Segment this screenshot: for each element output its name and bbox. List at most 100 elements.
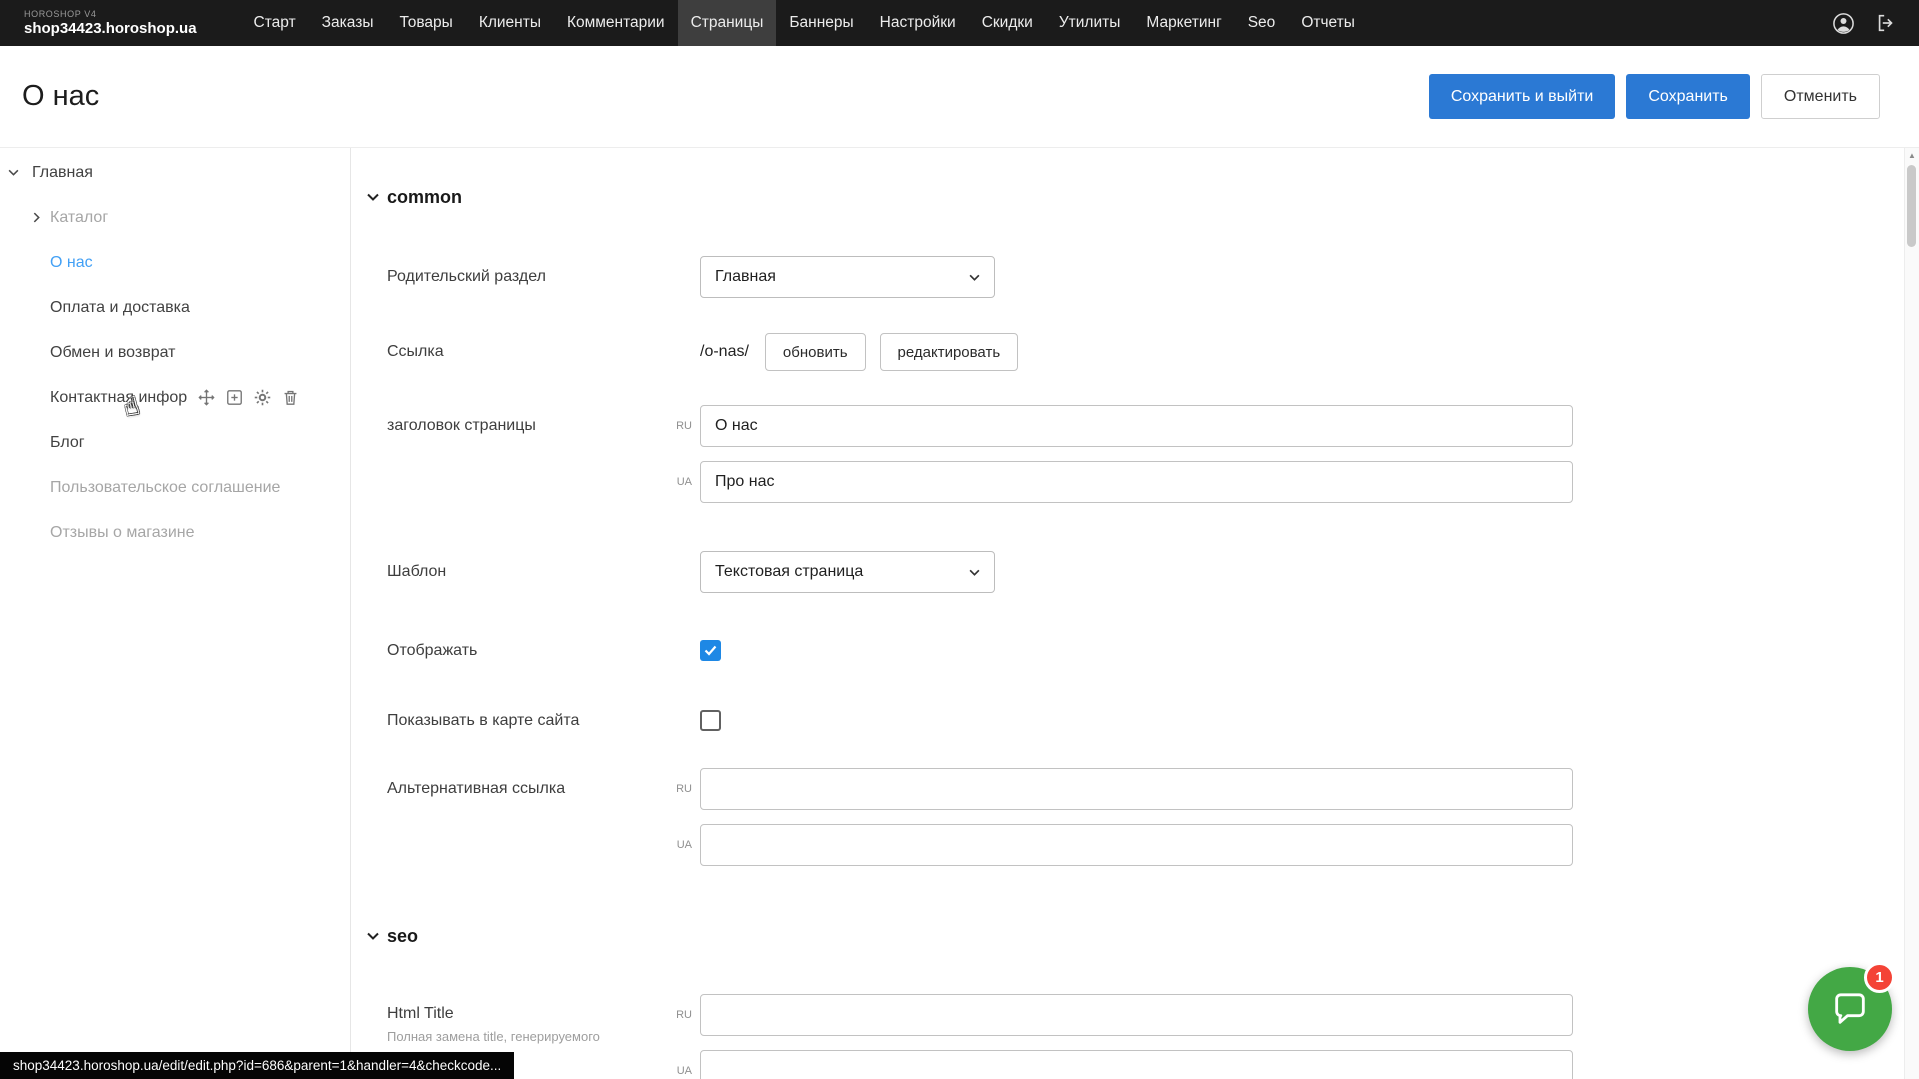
add-page-icon[interactable] — [225, 388, 244, 407]
sitemap-row: Показывать в карте сайта — [387, 710, 1905, 731]
field-label: Альтернативная ссылка — [387, 768, 662, 810]
field-label: Ссылка — [387, 343, 662, 361]
brand-version-label: HOROSHOP V4 — [24, 9, 197, 19]
refresh-link-button[interactable]: обновить — [765, 333, 866, 371]
nav-item-settings[interactable]: Настройки — [867, 0, 969, 46]
pages-tree-sidebar: Главная Каталог О нас Оплата и доставка … — [0, 148, 351, 1079]
section-common[interactable]: common — [367, 186, 1905, 208]
link-path-value: /o-nas/ — [700, 343, 749, 361]
save-button[interactable]: Сохранить — [1626, 74, 1750, 119]
sidebar-item-katalog[interactable]: Каталог — [0, 195, 350, 240]
account-icon[interactable] — [1832, 12, 1855, 35]
alt-link-ua-input[interactable] — [700, 824, 1573, 866]
field-label: Показывать в карте сайта — [387, 712, 662, 730]
parent-section-select[interactable]: Главная — [700, 256, 995, 298]
top-navigation: Старт Заказы Товары Клиенты Комментарии … — [241, 0, 1368, 46]
field-hint: Полная замена title, генерируемого — [387, 1029, 662, 1045]
sidebar-item-obmen-i-vozvrat[interactable]: Обмен и возврат — [0, 330, 350, 375]
sidebar-item-glavnaya[interactable]: Главная — [0, 150, 350, 195]
chat-icon — [1830, 989, 1870, 1029]
select-value: Главная — [715, 268, 776, 286]
field-label: Родительский раздел — [387, 268, 662, 286]
sidebar-item-label: Контактная инфор — [50, 389, 187, 407]
sidebar-item-o-nas[interactable]: О нас — [0, 240, 350, 285]
chat-unread-badge: 1 — [1864, 962, 1895, 993]
parent-section-row: Родительский раздел Главная — [387, 256, 1905, 298]
select-value: Текстовая страница — [715, 563, 863, 581]
display-row: Отображать — [387, 640, 1905, 661]
lang-badge-ru: RU — [662, 1009, 692, 1021]
link-row: Ссылка /o-nas/ обновить редактировать — [387, 333, 1905, 371]
pages-tree: Главная Каталог О нас Оплата и доставка … — [0, 148, 350, 555]
alt-link-row: Альтернативная ссылка RU UA — [387, 768, 1905, 866]
nav-item-reports[interactable]: Отчеты — [1288, 0, 1368, 46]
page-header: О нас Сохранить и выйти Сохранить Отмени… — [0, 46, 1919, 147]
sidebar-item-blog[interactable]: Блог — [0, 420, 350, 465]
sidebar-item-label: Блог — [50, 434, 85, 452]
lang-badge-ua: UA — [662, 1065, 692, 1077]
chevron-down-icon — [367, 193, 379, 201]
chevron-down-icon[interactable] — [8, 169, 32, 176]
lang-badge-ua: UA — [662, 476, 692, 488]
sidebar-item-label: Обмен и возврат — [50, 344, 175, 362]
sidebar-item-kontaktnaya-informatsiya[interactable]: Контактная инфор — [0, 375, 350, 420]
cancel-button[interactable]: Отменить — [1761, 74, 1880, 119]
scrollbar-thumb[interactable] — [1907, 165, 1916, 247]
nav-item-clients[interactable]: Клиенты — [466, 0, 554, 46]
lang-badge-ru: RU — [662, 420, 692, 432]
gear-icon[interactable] — [253, 388, 272, 407]
sidebar-item-otzyvy-o-magazine[interactable]: Отзывы о магазине — [0, 510, 350, 555]
vertical-scrollbar[interactable]: ▲ — [1904, 148, 1919, 1079]
nav-item-discounts[interactable]: Скидки — [969, 0, 1046, 46]
nav-item-seo[interactable]: Seo — [1235, 0, 1289, 46]
section-title: common — [387, 187, 462, 208]
html-title-ru-input[interactable] — [700, 994, 1573, 1036]
nav-item-orders[interactable]: Заказы — [309, 0, 387, 46]
section-seo[interactable]: seo — [367, 925, 1905, 947]
section-title: seo — [387, 926, 418, 947]
brand[interactable]: HOROSHOP V4 shop34423.horoshop.ua — [24, 0, 197, 46]
sidebar-item-label: Каталог — [50, 209, 108, 227]
topbar: HOROSHOP V4 shop34423.horoshop.ua Старт … — [0, 0, 1919, 46]
sitemap-checkbox[interactable] — [700, 710, 721, 731]
chevron-down-icon — [969, 563, 980, 581]
template-row: Шаблон Текстовая страница — [387, 551, 1905, 593]
scroll-up-arrow[interactable]: ▲ — [1905, 148, 1919, 163]
brand-domain-label: shop34423.horoshop.ua — [24, 20, 197, 37]
content-divider — [0, 147, 1919, 148]
field-label: Отображать — [387, 642, 662, 660]
page-title-ua-input[interactable] — [700, 461, 1573, 503]
sidebar-item-label: Оплата и доставка — [50, 299, 190, 317]
page-title-ru-input[interactable] — [700, 405, 1573, 447]
chevron-down-icon — [367, 932, 379, 940]
alt-link-ru-input[interactable] — [700, 768, 1573, 810]
nav-item-start[interactable]: Старт — [241, 0, 309, 46]
nav-item-products[interactable]: Товары — [386, 0, 465, 46]
link-url-statusbar: shop34423.horoshop.ua/edit/edit.php?id=6… — [0, 1052, 514, 1079]
html-title-row: Html Title Полная замена title, генериру… — [387, 994, 1905, 1079]
move-icon[interactable] — [197, 388, 216, 407]
field-label: Html Title — [387, 1005, 662, 1023]
display-checkbox[interactable] — [700, 640, 721, 661]
page-title-row: заголовок страницы RU UA — [387, 405, 1905, 503]
html-title-ua-input[interactable] — [700, 1050, 1573, 1079]
chat-launcher[interactable]: 1 — [1808, 967, 1892, 1051]
sidebar-item-label: Пользовательское соглашение — [50, 479, 280, 497]
chevron-down-icon — [969, 268, 980, 286]
sidebar-item-polzovatelskoe-soglashenie[interactable]: Пользовательское соглашение — [0, 465, 350, 510]
chevron-right-icon[interactable] — [33, 212, 50, 223]
edit-link-button[interactable]: редактировать — [880, 333, 1019, 371]
nav-item-pages[interactable]: Страницы — [678, 0, 777, 46]
nav-item-utilities[interactable]: Утилиты — [1046, 0, 1134, 46]
trash-icon[interactable] — [281, 388, 300, 407]
page-edit-form: common Родительский раздел Главная Ссылк… — [352, 148, 1905, 1079]
nav-item-banners[interactable]: Баннеры — [776, 0, 866, 46]
save-and-exit-button[interactable]: Сохранить и выйти — [1429, 74, 1616, 119]
sidebar-item-label: Отзывы о магазине — [50, 524, 195, 542]
field-label: Шаблон — [387, 563, 662, 581]
nav-item-marketing[interactable]: Маркетинг — [1133, 0, 1234, 46]
logout-icon[interactable] — [1875, 12, 1897, 34]
nav-item-comments[interactable]: Комментарии — [554, 0, 678, 46]
sidebar-item-oplata-i-dostavka[interactable]: Оплата и доставка — [0, 285, 350, 330]
template-select[interactable]: Текстовая страница — [700, 551, 995, 593]
